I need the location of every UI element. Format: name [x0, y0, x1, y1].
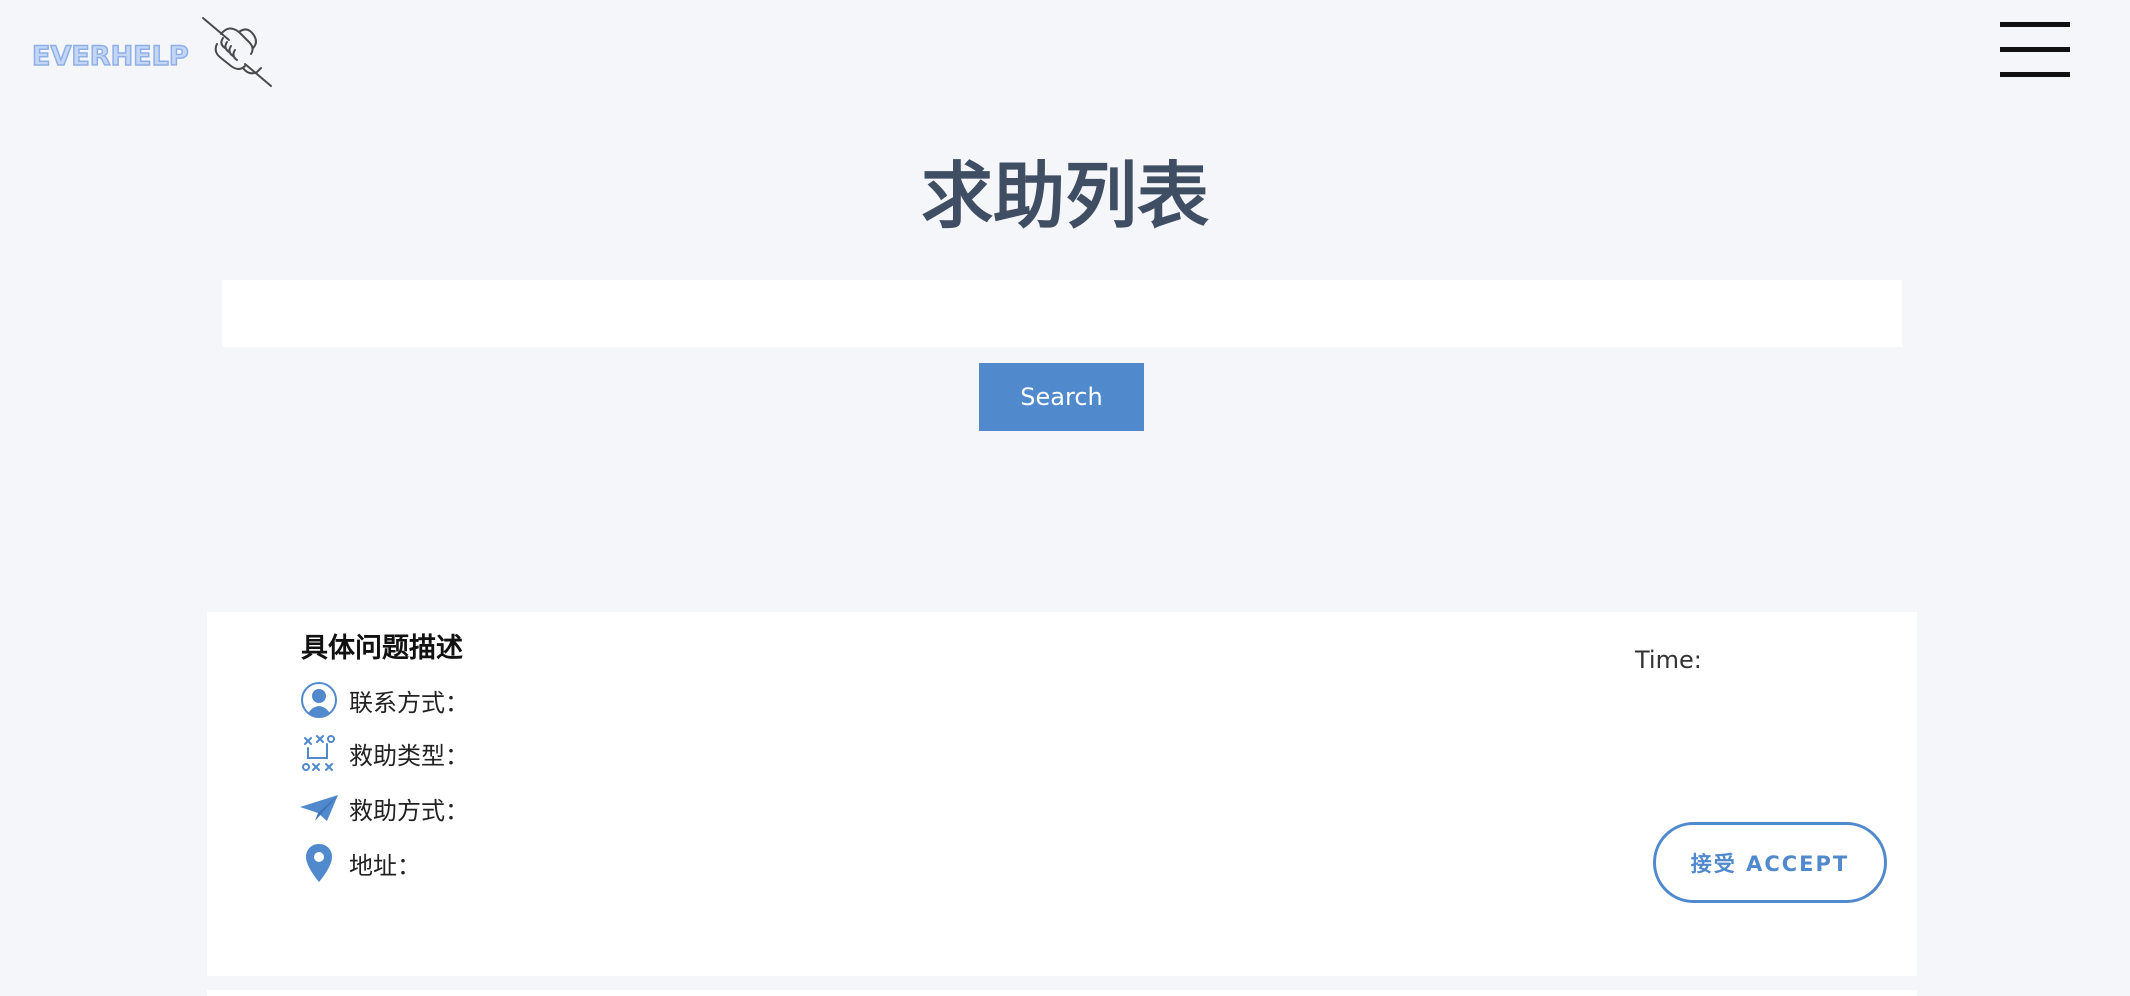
help-method-label: 救助方式： [349, 796, 469, 825]
menu-line [2000, 22, 2070, 27]
logo-text: EVERHELP [31, 40, 189, 73]
person-icon [299, 680, 339, 720]
logo[interactable]: EVERHELP [31, 14, 275, 90]
search-input[interactable] [222, 280, 1902, 347]
contact-label: 联系方式： [349, 688, 469, 717]
next-card-edge [207, 990, 1917, 996]
handshake-icon [201, 17, 272, 87]
help-type-label: 救助类型： [349, 741, 469, 770]
card-title: 具体问题描述 [301, 633, 463, 664]
help-method-row: 救助方式： [299, 786, 469, 830]
location-pin-icon [299, 843, 339, 883]
hamburger-menu-icon[interactable] [2000, 22, 2070, 80]
contact-row: 联系方式： [299, 678, 469, 722]
accept-button[interactable]: 接受 ACCEPT [1653, 822, 1887, 903]
page-title: 求助列表 [920, 154, 1209, 238]
help-type-row: 救助类型： [299, 731, 469, 775]
address-row: 地址： [299, 841, 421, 885]
strategy-icon [299, 733, 339, 773]
address-label: 地址： [349, 851, 421, 880]
help-request-card: 具体问题描述 联系方式： 救助类型： 救助方式： 地址： Time: 接受 AC… [207, 612, 1917, 976]
menu-line [2000, 47, 2070, 52]
paper-plane-icon [299, 788, 339, 828]
time-label: Time: [1635, 646, 1702, 674]
search-button[interactable]: Search [979, 363, 1144, 431]
menu-line [2000, 72, 2070, 77]
